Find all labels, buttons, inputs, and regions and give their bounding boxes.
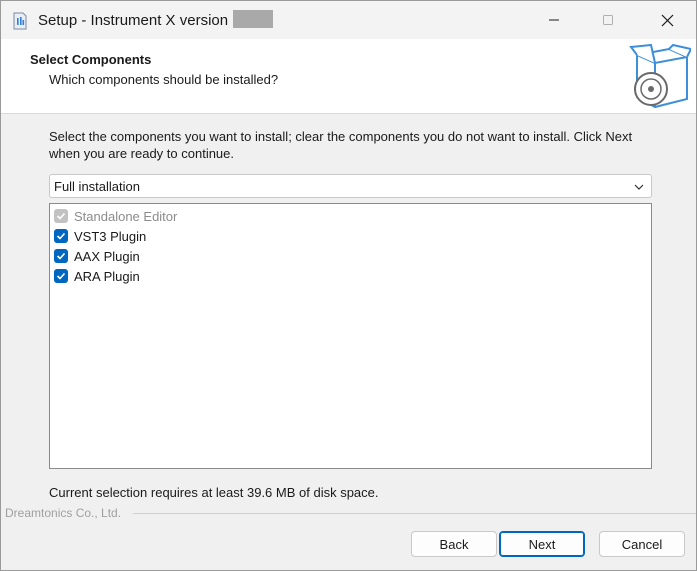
checkbox-aax-plugin[interactable] xyxy=(54,249,68,263)
component-item-vst3-plugin[interactable]: VST3 Plugin xyxy=(54,227,146,245)
component-item-ara-plugin[interactable]: ARA Plugin xyxy=(54,267,140,285)
back-button[interactable]: Back xyxy=(411,531,497,557)
component-label: Standalone Editor xyxy=(74,208,178,224)
instructions-text: Select the components you want to instal… xyxy=(49,129,633,161)
minimize-button[interactable] xyxy=(531,1,577,39)
footer-divider xyxy=(133,513,696,514)
maximize-button[interactable] xyxy=(585,1,631,39)
installer-app-icon xyxy=(12,12,28,30)
page-title: Select Components xyxy=(30,52,152,67)
chevron-down-icon xyxy=(633,181,645,193)
setup-window: Setup - Instrument X version Select Comp… xyxy=(0,0,697,571)
window-title-text: Setup - Instrument X version xyxy=(38,12,229,29)
check-icon xyxy=(56,252,66,260)
component-label: AAX Plugin xyxy=(74,248,140,264)
check-icon xyxy=(56,232,66,240)
install-type-dropdown[interactable]: Full installation xyxy=(49,174,652,198)
component-item-aax-plugin[interactable]: AAX Plugin xyxy=(54,247,140,265)
page-subtitle: Which components should be installed? xyxy=(49,72,279,87)
checkbox-ara-plugin[interactable] xyxy=(54,269,68,283)
check-icon xyxy=(56,212,66,220)
window-title: Setup - Instrument X version xyxy=(38,10,274,29)
disk-space-text: Current selection requires at least 39.6… xyxy=(49,485,379,500)
checkbox-vst3-plugin[interactable] xyxy=(54,229,68,243)
title-bar[interactable]: Setup - Instrument X version xyxy=(1,1,696,39)
company-label: Dreamtonics Co., Ltd. xyxy=(5,506,126,520)
component-label: ARA Plugin xyxy=(74,268,140,284)
component-item-standalone-editor: Standalone Editor xyxy=(54,207,177,225)
box-with-disc-icon xyxy=(629,43,693,109)
close-button[interactable] xyxy=(644,1,690,39)
wizard-header: Select Components Which components shoul… xyxy=(1,39,696,114)
close-icon xyxy=(661,14,673,26)
component-label: VST3 Plugin xyxy=(74,228,147,244)
components-list[interactable]: Standalone Editor VST3 Plugin AAX Plugin… xyxy=(49,203,652,469)
redacted-version xyxy=(233,10,274,28)
install-type-value: Full installation xyxy=(54,179,140,194)
cancel-button[interactable]: Cancel xyxy=(599,531,685,557)
checkbox-standalone-editor xyxy=(54,209,68,223)
next-button[interactable]: Next xyxy=(499,531,585,557)
check-icon xyxy=(56,272,66,280)
minimize-icon xyxy=(549,19,559,21)
maximize-icon xyxy=(603,15,613,25)
